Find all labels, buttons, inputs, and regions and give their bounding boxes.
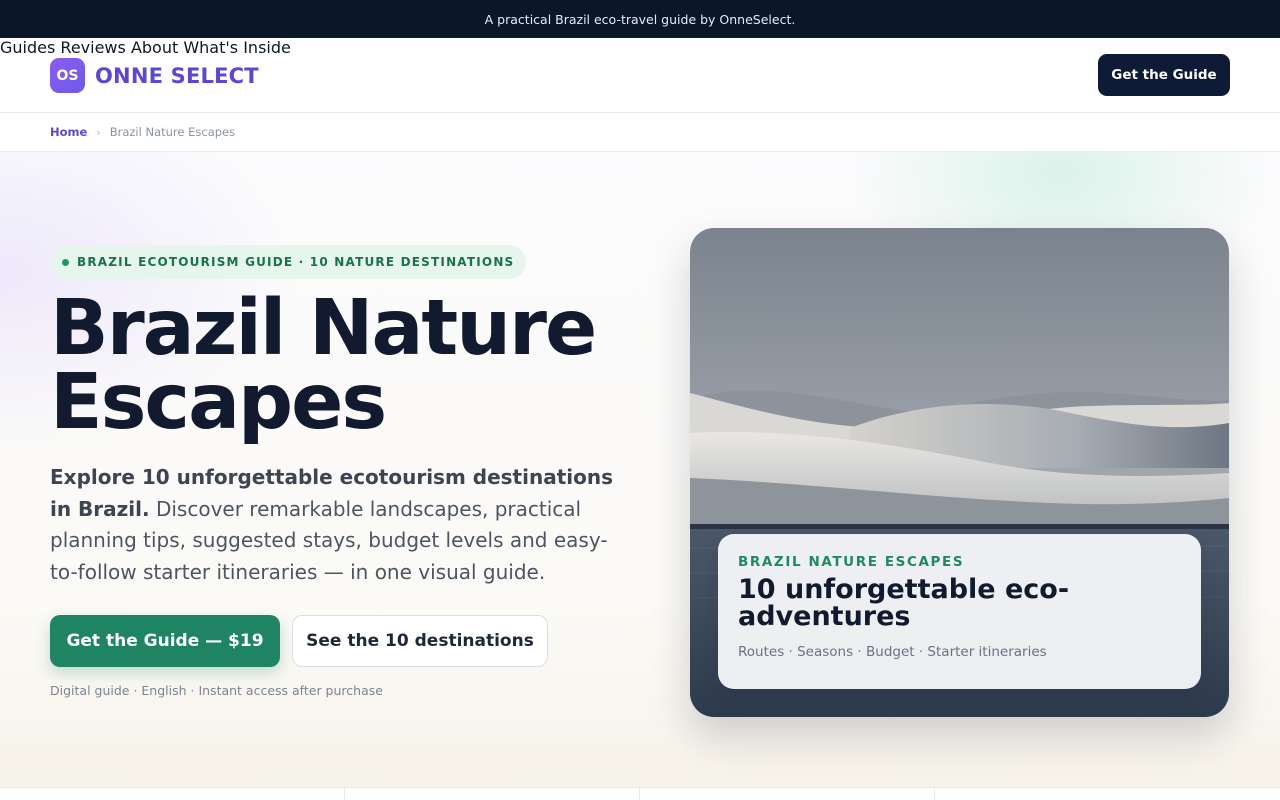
see-destinations-button[interactable]: See the 10 destinations [292, 615, 548, 667]
hero-section: BRAZIL ECOTOURISM GUIDE · 10 NATURE DEST… [0, 152, 1280, 788]
nav-whats-inside[interactable]: What's Inside [183, 38, 291, 57]
logo-mark-icon: OS [50, 58, 85, 93]
category-pill: BRAZIL ECOTOURISM GUIDE · 10 NATURE DEST… [50, 245, 527, 279]
nav-reviews[interactable]: Reviews [60, 38, 125, 57]
get-guide-header-button[interactable]: Get the Guide [1098, 54, 1230, 96]
category-pill-label: BRAZIL ECOTOURISM GUIDE · 10 NATURE DEST… [77, 255, 515, 269]
brand-name: ONNE SELECT [95, 63, 259, 88]
main-nav: Guides Reviews About What's Inside [0, 38, 1280, 57]
product-meta: Digital guide · English · Instant access… [50, 683, 383, 698]
feature-card-title: 10 unforgettable eco-adventures [738, 574, 1070, 632]
breadcrumb-home[interactable]: Home [50, 125, 87, 139]
nav-guides[interactable]: Guides [0, 38, 55, 57]
breadcrumb-chevron-icon: › [96, 125, 101, 139]
strip-divider [934, 788, 935, 800]
nav-about[interactable]: About [131, 38, 178, 57]
announcement-bar: A practical Brazil eco-travel guide by O… [0, 0, 1280, 38]
breadcrumb: Home › Brazil Nature Escapes [0, 113, 1280, 152]
strip-divider [639, 788, 640, 800]
feature-strip [0, 787, 1280, 800]
announcement-text: A practical Brazil eco-travel guide by O… [484, 11, 796, 27]
strip-divider [344, 788, 345, 800]
status-dot-icon [62, 258, 69, 266]
hero-lead: Explore 10 unforgettable ecotourism dest… [50, 462, 630, 588]
breadcrumb-current: Brazil Nature Escapes [109, 125, 236, 139]
brand-logo[interactable]: OS ONNE SELECT [50, 58, 259, 93]
site-header: OS ONNE SELECT Guides Reviews About What… [0, 38, 1280, 113]
feature-card: BRAZIL NATURE ESCAPES 10 unforgettable e… [718, 534, 1201, 689]
page-title: Brazil Nature Escapes [50, 290, 670, 441]
buy-guide-button[interactable]: Get the Guide — $19 [50, 615, 280, 667]
feature-card-subtitle: Routes · Seasons · Budget · Starter itin… [738, 644, 1047, 660]
title-line-2: Escapes [50, 358, 387, 447]
feature-card-kicker: BRAZIL NATURE ESCAPES [738, 554, 965, 570]
